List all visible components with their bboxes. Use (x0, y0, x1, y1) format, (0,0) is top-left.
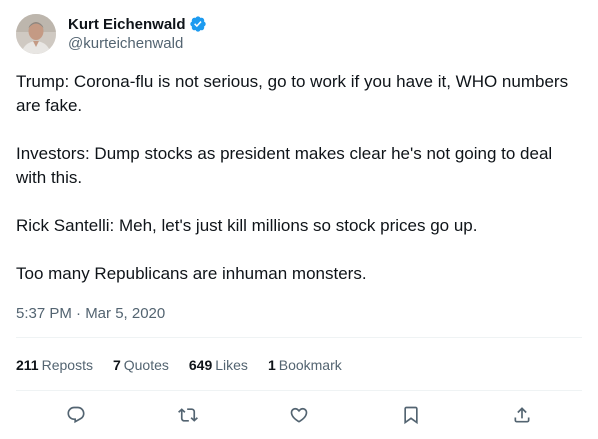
likes-stat[interactable]: 649 Likes (189, 355, 248, 375)
quotes-label: Quotes (123, 357, 169, 373)
action-bar (16, 403, 582, 427)
bookmark-icon (403, 406, 418, 425)
reposts-count: 211 (16, 357, 39, 373)
repost-icon (177, 408, 198, 422)
display-name-row: Kurt Eichenwald (68, 14, 207, 34)
bookmarks-stat[interactable]: 1 Bookmark (268, 355, 342, 375)
share-icon (514, 407, 530, 423)
divider (16, 337, 582, 338)
tweet-card: Kurt Eichenwald @kurteichenwald Trump: C… (0, 0, 598, 439)
reply-button[interactable] (64, 403, 88, 427)
reposts-label: Reposts (41, 357, 93, 373)
reply-icon (67, 406, 85, 424)
avatar[interactable] (16, 14, 56, 54)
tweet-text: Trump: Corona-flu is not serious, go to … (16, 70, 582, 286)
tweet-header: Kurt Eichenwald @kurteichenwald (16, 0, 582, 56)
tweet-timestamp[interactable]: 5:37 PM · Mar 5, 2020 (16, 304, 582, 324)
bookmarks-count: 1 (267, 357, 276, 373)
engagement-stats: 211 Reposts 7 Quotes 649 Likes 1 Bookmark (16, 355, 362, 375)
quotes-count: 7 (112, 357, 121, 373)
avatar-image (16, 14, 56, 54)
bookmarks-label: Bookmark (278, 357, 342, 373)
like-icon (290, 407, 308, 423)
reposts-stat[interactable]: 211 Reposts (16, 355, 93, 375)
tweet-paragraph: Too many Republicans are inhuman monster… (16, 264, 367, 283)
bookmark-button[interactable] (399, 403, 423, 427)
likes-label: Likes (215, 357, 248, 373)
tweet-paragraph: Trump: Corona-flu is not serious, go to … (16, 72, 569, 115)
display-name[interactable]: Kurt Eichenwald (68, 16, 186, 33)
tweet-paragraph: Rick Santelli: Meh, let's just kill mill… (16, 216, 478, 235)
verified-badge-icon[interactable] (189, 15, 207, 33)
likes-count: 649 (188, 357, 213, 373)
author-names: Kurt Eichenwald @kurteichenwald (68, 14, 207, 54)
repost-button[interactable] (176, 403, 200, 427)
tweet-paragraph: Investors: Dump stocks as president make… (16, 144, 553, 187)
share-button[interactable] (510, 403, 534, 427)
author-handle[interactable]: @kurteichenwald (68, 34, 207, 54)
like-button[interactable] (287, 403, 311, 427)
divider (16, 390, 582, 391)
quotes-stat[interactable]: 7 Quotes (113, 355, 169, 375)
